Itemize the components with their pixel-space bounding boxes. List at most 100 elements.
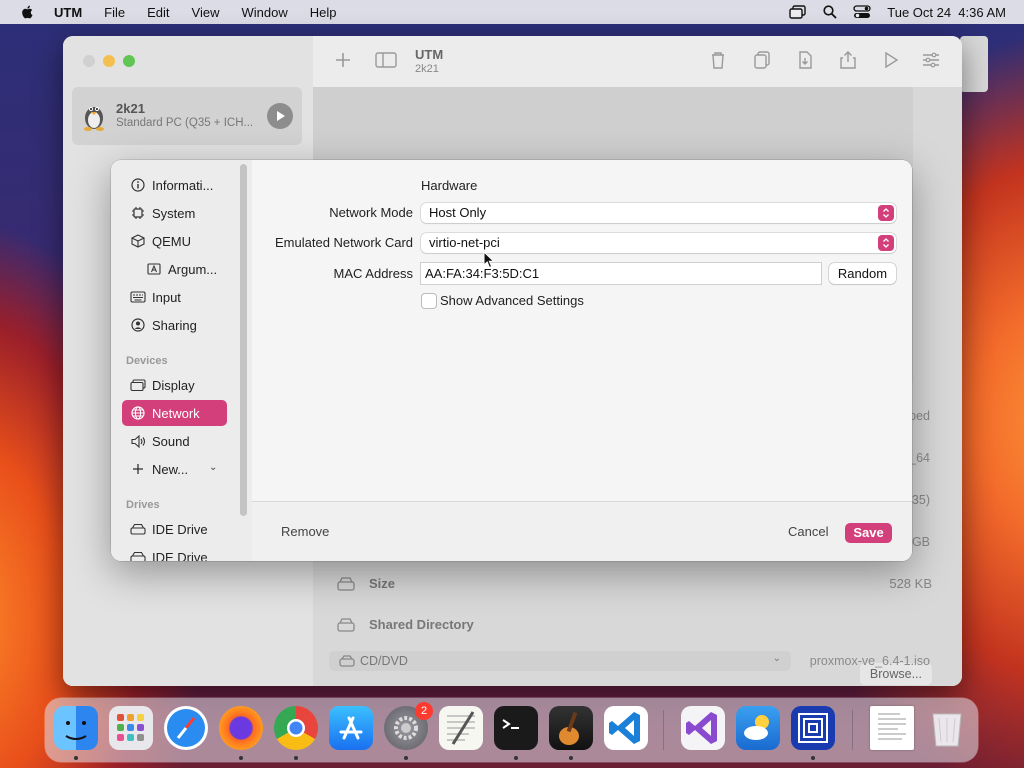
sidebar-item-network[interactable]: Network bbox=[122, 400, 227, 426]
cd-dvd-select[interactable]: CD/DVD ⌄ bbox=[329, 651, 791, 671]
size-label: Size bbox=[369, 576, 396, 591]
cube-icon bbox=[130, 233, 146, 249]
menu-window[interactable]: Window bbox=[241, 5, 287, 20]
textedit-icon[interactable] bbox=[439, 706, 483, 750]
chevron-down-icon[interactable]: ⌄ bbox=[209, 462, 244, 473]
sidebar-scrollbar[interactable] bbox=[240, 164, 247, 516]
chrome-icon[interactable] bbox=[274, 706, 318, 750]
app-store-icon[interactable] bbox=[329, 706, 373, 750]
sidebar-item-label: IDE Drive bbox=[152, 549, 208, 562]
apple-logo-icon[interactable] bbox=[18, 4, 38, 20]
devices-section-header: Devices bbox=[126, 355, 168, 367]
run-icon[interactable] bbox=[883, 51, 899, 69]
menu-help[interactable]: Help bbox=[310, 5, 337, 20]
updown-chevron-icon bbox=[878, 235, 894, 251]
remove-button[interactable]: Remove bbox=[281, 524, 329, 539]
section-title: Hardware bbox=[421, 178, 478, 193]
minimize-button[interactable] bbox=[103, 55, 115, 67]
mouse-cursor-icon bbox=[483, 251, 495, 269]
icloud-weather-icon[interactable] bbox=[736, 706, 780, 750]
vm-play-button[interactable] bbox=[267, 103, 293, 129]
trash-icon[interactable] bbox=[925, 706, 969, 750]
network-mode-select[interactable]: Host Only bbox=[421, 203, 896, 223]
network-card-value: virtio-net-pci bbox=[429, 235, 500, 250]
running-indicator bbox=[404, 756, 408, 760]
menu-clock[interactable]: Tue Oct 24 4:36 AM bbox=[887, 5, 1006, 20]
vm-settings-sheet: Informati... System QEMU Argum... Input … bbox=[111, 160, 912, 561]
vm-name: 2k21 bbox=[116, 101, 145, 116]
sidebar-item-label: IDE Drive bbox=[152, 521, 208, 537]
network-card-select[interactable]: virtio-net-pci bbox=[421, 233, 896, 253]
person-icon bbox=[130, 317, 146, 333]
sidebar-item-label: System bbox=[152, 205, 196, 221]
mac-address-field[interactable]: AA:FA:34:F3:5D:C1 bbox=[421, 263, 821, 284]
sidebar-item-input[interactable]: Input bbox=[122, 284, 227, 310]
zoom-button[interactable] bbox=[123, 55, 135, 67]
share-icon[interactable] bbox=[840, 51, 856, 69]
sidebar-toggle-icon[interactable] bbox=[375, 51, 397, 69]
utm-icon[interactable] bbox=[791, 706, 835, 750]
disc-drive-icon bbox=[339, 655, 355, 667]
sidebar-item-qemu[interactable]: QEMU bbox=[122, 228, 227, 254]
detail-fragment-2: _64 bbox=[909, 451, 930, 465]
dock: 2 bbox=[45, 698, 978, 762]
advanced-settings-label: Show Advanced Settings bbox=[440, 293, 584, 308]
settings-sidebar: Informati... System QEMU Argum... Input … bbox=[111, 160, 252, 561]
firefox-icon[interactable] bbox=[219, 706, 263, 750]
drive-icon bbox=[337, 577, 355, 591]
sidebar-item-ide-drive-2[interactable]: IDE Drive bbox=[122, 544, 227, 561]
cpu-icon bbox=[130, 205, 146, 221]
sidebar-item-label: Informati... bbox=[152, 177, 214, 193]
sidebar-item-display[interactable]: Display bbox=[122, 372, 227, 398]
cd-dvd-value: proxmox-ve_6.4-1.iso bbox=[809, 654, 930, 668]
terminal-icon[interactable] bbox=[494, 706, 538, 750]
cancel-button[interactable]: Cancel bbox=[788, 524, 828, 539]
random-mac-button[interactable]: Random bbox=[829, 263, 896, 284]
sidebar-item-label: Network bbox=[152, 405, 200, 421]
vscode-icon[interactable] bbox=[604, 706, 648, 750]
sidebar-item-sharing[interactable]: Sharing bbox=[122, 312, 227, 338]
sidebar-item-ide-drive-1[interactable]: IDE Drive bbox=[122, 516, 227, 542]
menu-app-name[interactable]: UTM bbox=[54, 5, 82, 20]
spotlight-search-icon[interactable] bbox=[823, 5, 837, 19]
menu-view[interactable]: View bbox=[192, 5, 220, 20]
sidebar-item-arguments[interactable]: Argum... bbox=[122, 256, 227, 282]
download-icon[interactable] bbox=[797, 51, 813, 69]
trash-icon[interactable] bbox=[710, 51, 726, 69]
detail-fragment-3: 35) bbox=[911, 493, 930, 507]
add-vm-icon[interactable] bbox=[334, 51, 352, 69]
garageband-icon[interactable] bbox=[549, 706, 593, 750]
window-title: UTM bbox=[415, 47, 444, 62]
control-center-icon[interactable] bbox=[853, 5, 871, 19]
running-indicator bbox=[74, 756, 78, 760]
menu-edit[interactable]: Edit bbox=[147, 5, 169, 20]
sidebar-item-system[interactable]: System bbox=[122, 200, 227, 226]
finder-icon[interactable] bbox=[54, 706, 98, 750]
sidebar-item-label: Sharing bbox=[152, 317, 197, 333]
network-drive-icon bbox=[337, 618, 355, 632]
settings-sliders-icon[interactable] bbox=[922, 51, 940, 69]
sidebar-item-information[interactable]: Informati... bbox=[122, 172, 227, 198]
sidebar-item-label: Sound bbox=[152, 433, 190, 449]
network-mode-value: Host Only bbox=[429, 205, 487, 220]
menu-file[interactable]: File bbox=[104, 5, 125, 20]
launchpad-icon[interactable] bbox=[109, 706, 153, 750]
window-stack-icon[interactable] bbox=[789, 5, 807, 19]
advanced-settings-checkbox[interactable] bbox=[422, 294, 436, 308]
sheet-footer: Remove Cancel Save bbox=[252, 501, 912, 561]
running-indicator bbox=[294, 756, 298, 760]
utm-toolbar: UTM 2k21 bbox=[313, 36, 962, 87]
info-icon bbox=[130, 177, 146, 193]
visual-studio-icon[interactable] bbox=[681, 706, 725, 750]
sidebar-item-label: New... bbox=[152, 461, 189, 477]
sidebar-item-sound[interactable]: Sound bbox=[122, 428, 227, 454]
close-button[interactable] bbox=[83, 55, 95, 67]
running-indicator bbox=[811, 756, 815, 760]
vm-list-item[interactable]: 2k21 Standard PC (Q35 + ICH... bbox=[72, 87, 302, 145]
plus-icon bbox=[130, 461, 146, 477]
clone-icon[interactable] bbox=[753, 51, 771, 69]
document-icon[interactable] bbox=[870, 706, 914, 750]
sidebar-item-label: Argum... bbox=[168, 261, 218, 277]
safari-icon[interactable] bbox=[164, 706, 208, 750]
save-button[interactable]: Save bbox=[845, 523, 892, 543]
